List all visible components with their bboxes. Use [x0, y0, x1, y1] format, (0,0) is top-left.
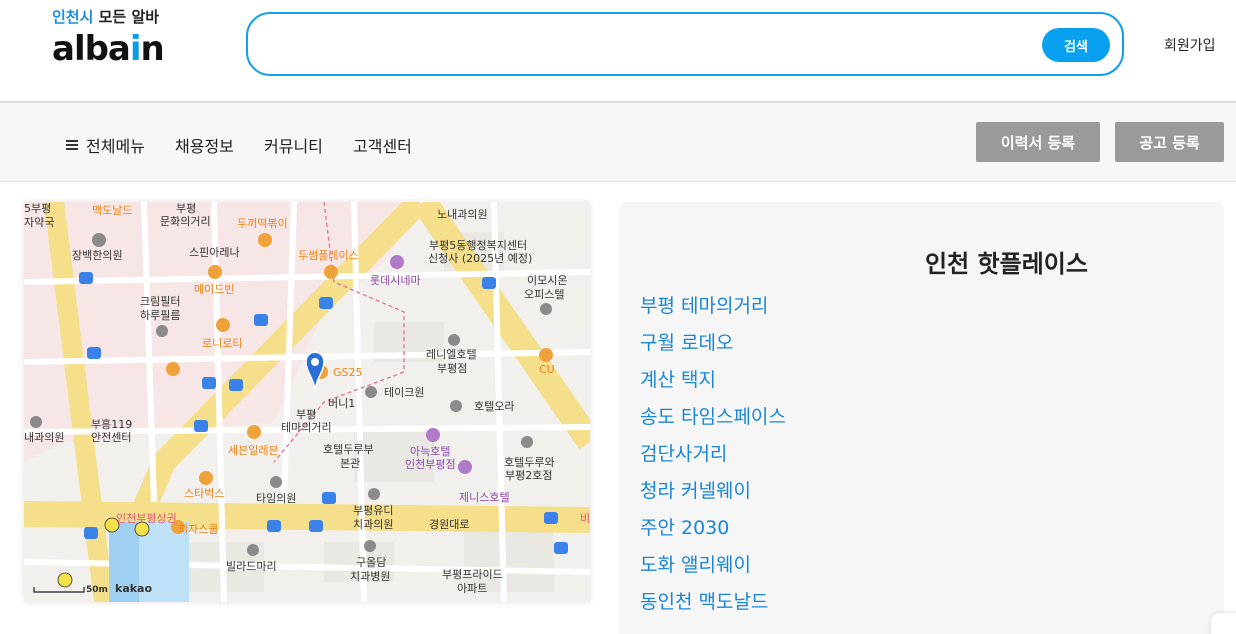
map-label: 5부평: [24, 202, 52, 215]
map-label: 부평유디: [353, 504, 394, 517]
map-label: 부평5동행정복지센터: [429, 239, 528, 252]
map-label: 신청사 (2025년 예정): [428, 252, 533, 265]
hotplaces-panel: 인천 핫플레이스 부평 테마의거리 구월 로데오 계산 택지 송도 타임스페이스…: [619, 202, 1224, 634]
site-header: 인천시 모든 알바 albain 검색 회원가입: [0, 0, 1236, 103]
map-label: 맥도날드: [92, 204, 133, 217]
map-label: 노내과의원: [437, 208, 488, 221]
resume-register-button[interactable]: 이력서 등록: [976, 122, 1100, 162]
map-label: 호텔두루와: [504, 456, 555, 469]
map-label: 아파트: [457, 582, 488, 595]
nav-item-support[interactable]: 고객센터: [353, 133, 412, 157]
map-label: 메이드빈: [194, 283, 235, 296]
map-label: 롯데시네마: [370, 274, 421, 287]
map-label: 부흥119: [91, 418, 133, 431]
map-label: 인천부평점: [405, 458, 456, 471]
map-label: 세븐일레븐: [228, 444, 279, 457]
map-label: 피자스쿨: [178, 523, 219, 536]
map-label: CU: [539, 363, 555, 376]
job-post-button[interactable]: 공고 등록: [1115, 122, 1224, 162]
search-bar: 검색: [246, 12, 1124, 76]
nav-item-jobs[interactable]: 채용정보: [175, 133, 234, 157]
hamburger-menu-icon: [66, 140, 78, 150]
map-label: 부평프라이드: [442, 568, 503, 581]
map-label: 문화의거리: [160, 215, 211, 228]
hotplace-link[interactable]: 구월 로데오: [640, 327, 786, 364]
map-label: 오피스텔: [524, 288, 565, 301]
map-label: GS25: [333, 366, 363, 379]
map-label: 아늑호텔: [410, 445, 451, 458]
hotplaces-title: 인천 핫플레이스: [925, 250, 1088, 278]
map-label: 로니로티: [202, 337, 243, 350]
map-label: 장백한의원: [72, 249, 123, 262]
hotplace-link[interactable]: 청라 커넬웨이: [640, 475, 786, 512]
map-label: 제니스호텔: [459, 491, 510, 504]
hotplace-link[interactable]: 부평 테마의거리: [640, 290, 786, 327]
map-label: 스핀아레나: [189, 246, 240, 259]
signup-link[interactable]: 회원가입: [1164, 35, 1216, 55]
map-label: 본관: [340, 457, 361, 470]
map-label: 타임의원: [256, 492, 297, 505]
map-label: 구올담: [356, 556, 387, 569]
kakao-logo: kakao: [115, 582, 153, 595]
map-label: 빌라드마리: [226, 560, 277, 573]
map-label: 경원대로: [429, 518, 470, 531]
hotplace-link[interactable]: 동인천 맥도날드: [640, 586, 786, 623]
map-scale-label: 50m: [86, 585, 108, 595]
map-label: 부평점: [437, 362, 468, 375]
map-label: 부평2호점: [505, 469, 553, 482]
all-menu-button[interactable]: 전체메뉴: [66, 133, 145, 157]
map-label: 레니엘호텔: [426, 348, 477, 361]
map-label: 자약국: [24, 216, 55, 229]
map-label: 안전센터: [91, 431, 132, 444]
hotplace-link[interactable]: 검단사거리: [640, 438, 786, 475]
map-label: 하루필름: [140, 309, 181, 322]
map-label: 테이크원: [384, 386, 425, 399]
logo-tagline: 인천시 모든 알바: [52, 8, 160, 26]
map-label: 테마의거리: [281, 421, 332, 434]
nav-item-community[interactable]: 커뮤니티: [264, 133, 323, 157]
map-label: 비: [580, 512, 590, 525]
map-label: 두썸플레이스: [298, 249, 359, 262]
logo-wordmark: albain: [52, 29, 165, 69]
map-label: 이모시온: [527, 274, 568, 287]
hotplace-link[interactable]: 송도 타임스페이스: [640, 401, 786, 438]
map-label: 두끼떡볶이: [237, 217, 288, 230]
map-label: 버니1: [328, 397, 356, 410]
map-label: 내과의원: [24, 431, 65, 444]
map-label: 치과병원: [350, 570, 391, 583]
map-label: 스타벅스: [184, 487, 225, 500]
map-label: 호텔두루부: [323, 443, 374, 456]
main-nav: 전체메뉴 채용정보 커뮤니티 고객센터 이력서 등록 공고 등록: [0, 103, 1236, 182]
map-label: 크림필터: [140, 295, 181, 308]
hotplace-link[interactable]: 도화 앨리웨이: [640, 549, 786, 586]
albain-logo[interactable]: 인천시 모든 알바 albain: [52, 6, 182, 78]
map-label: 부평: [176, 202, 197, 215]
map-label: 부평: [296, 408, 317, 421]
map-label: 치과의원: [353, 518, 394, 531]
map-label: 호텔오라: [474, 400, 515, 413]
hotplaces-list: 부평 테마의거리 구월 로데오 계산 택지 송도 타임스페이스 검단사거리 청라…: [640, 290, 786, 623]
hotplace-link[interactable]: 계산 택지: [640, 364, 786, 401]
search-button[interactable]: 검색: [1042, 28, 1110, 62]
search-input[interactable]: [268, 28, 1028, 62]
kakao-map[interactable]: 5부평 맥도날드 부평 문화의거리 노내과의원 자약국 두끼떡볶이 장백한의원 …: [24, 202, 590, 602]
floating-action-button[interactable]: [1211, 613, 1236, 634]
map-label: 인천부평상권: [116, 512, 177, 525]
hotplace-link[interactable]: 주안 2030: [640, 512, 786, 549]
